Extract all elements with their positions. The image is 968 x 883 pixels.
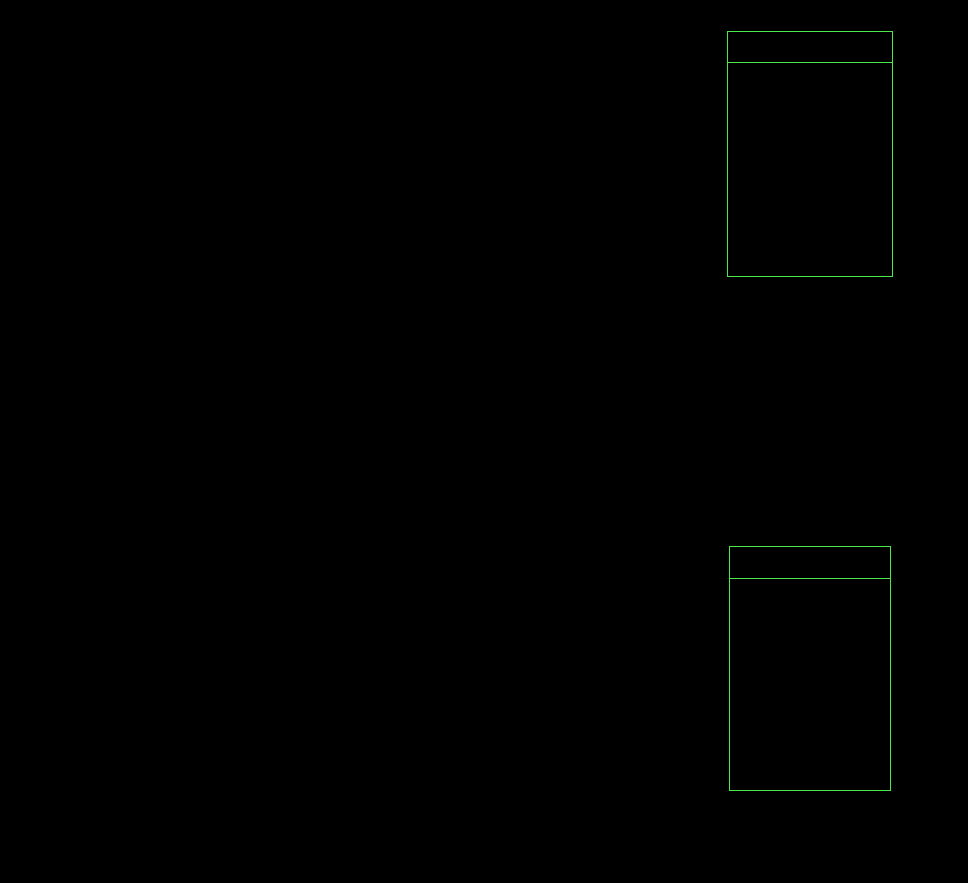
aip-output-table: [729, 546, 891, 791]
autoscala-output-table: [727, 31, 893, 277]
autoscala-header: [728, 32, 892, 63]
aip-header: [730, 547, 890, 579]
